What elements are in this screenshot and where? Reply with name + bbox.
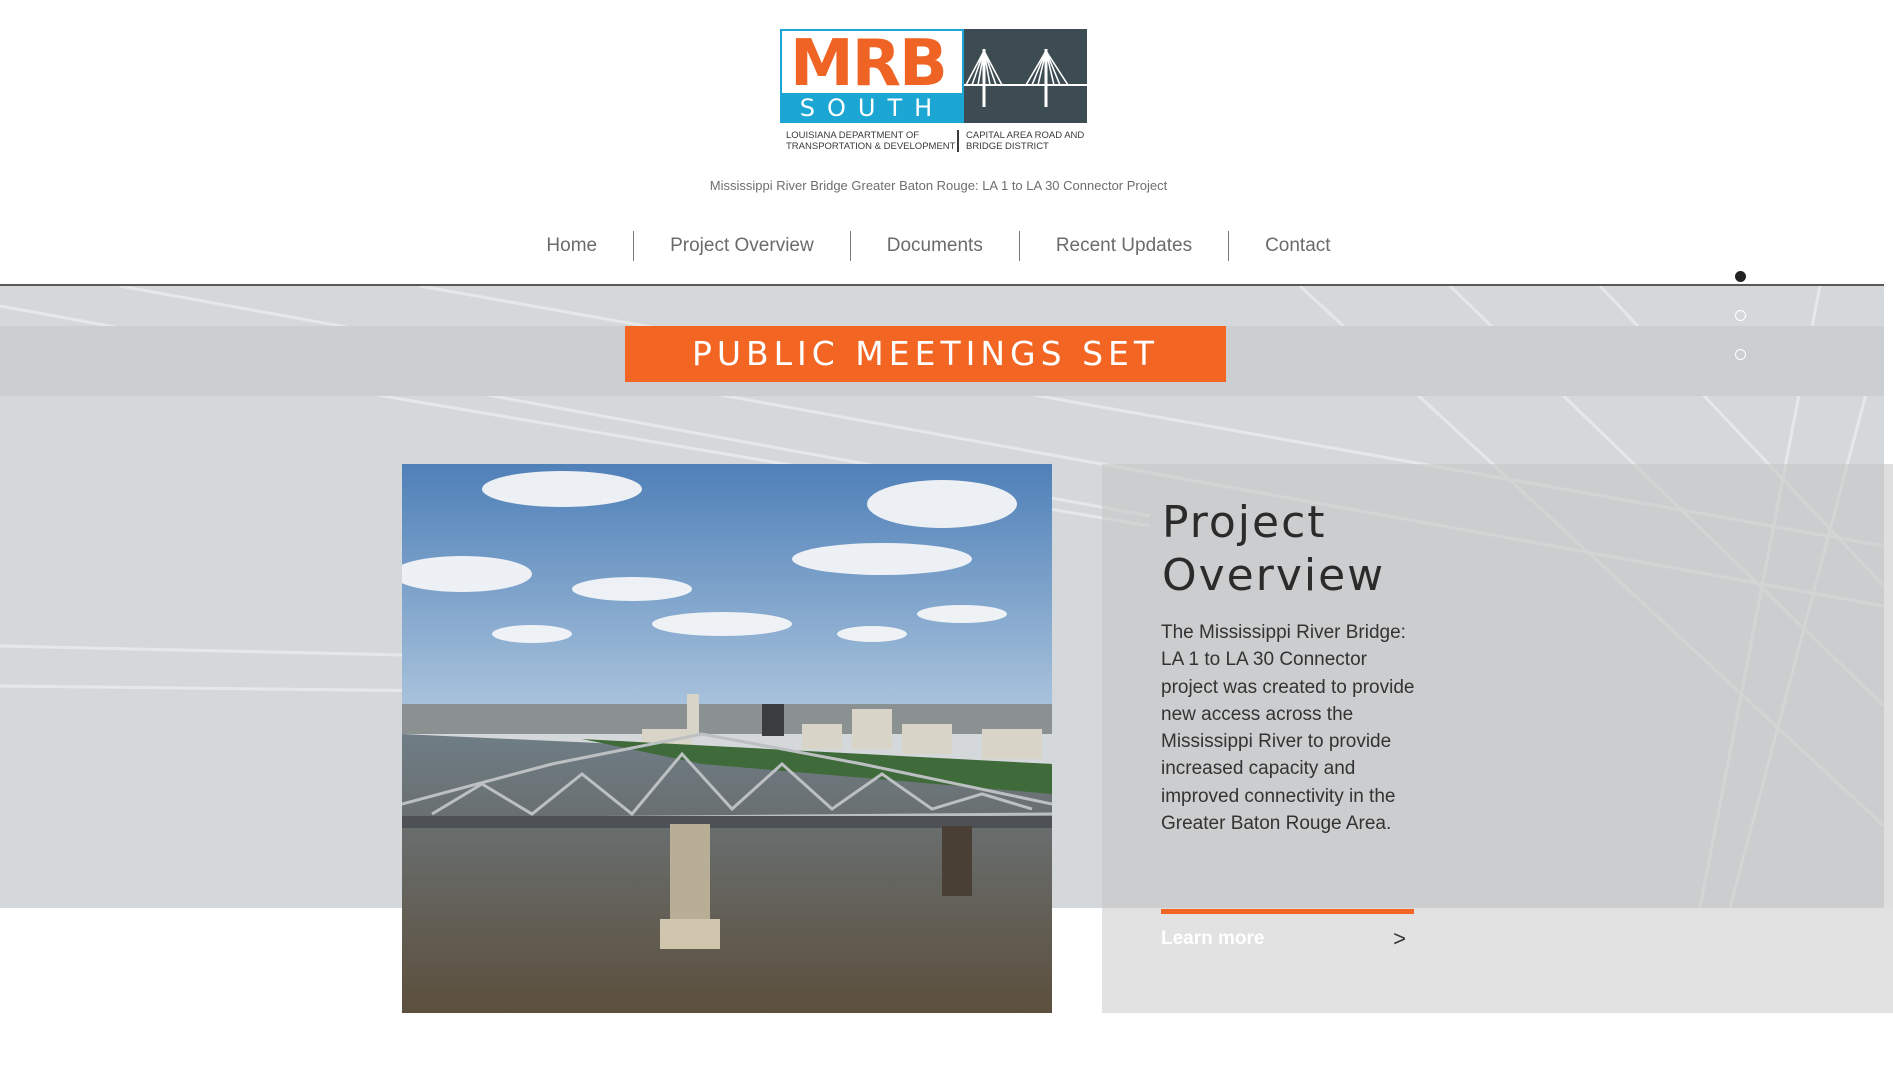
slide-dot-2[interactable] <box>1735 310 1746 321</box>
chevron-right-icon: > <box>1393 926 1406 951</box>
learn-more-rule <box>1161 909 1414 914</box>
project-overview-body: The Mississippi River Bridge: LA 1 to LA… <box>1161 622 1415 835</box>
logo-crb-text: CAPITAL AREA ROAD AND BRIDGE DISTRICT <box>966 130 1085 152</box>
slideshow-dots <box>1735 271 1746 388</box>
project-overview-title: Project Overview <box>1162 497 1386 601</box>
slide-dot-1[interactable] <box>1735 271 1746 282</box>
site-tagline: Mississippi River Bridge Greater Baton R… <box>709 178 1168 193</box>
nav-contact[interactable]: Contact <box>1228 231 1366 261</box>
site-logo[interactable]: MRB SOUTH LOUISIANA DEPARTMENT OF TRANSP… <box>780 27 1087 157</box>
logo-mrb-text: MRB <box>790 27 948 101</box>
learn-more-label: Learn more <box>1161 928 1265 949</box>
main-nav: Home Project Overview Documents Recent U… <box>0 231 1877 261</box>
nav-home[interactable]: Home <box>510 231 633 261</box>
baton-rouge-bridge-photo <box>402 464 1052 1013</box>
logo-south-text: SOUTH <box>780 93 964 123</box>
nav-project-overview[interactable]: Project Overview <box>633 231 850 261</box>
nav-documents[interactable]: Documents <box>849 231 1019 261</box>
nav-recent-updates[interactable]: Recent Updates <box>1018 231 1228 261</box>
bridge-icon <box>964 29 1087 123</box>
logo-dotd-text: LOUISIANA DEPARTMENT OF TRANSPORTATION &… <box>786 130 956 152</box>
logo-divider <box>957 130 959 152</box>
public-meetings-banner[interactable]: PUBLIC MEETINGS SET <box>625 326 1226 382</box>
learn-more-link[interactable]: Learn more > <box>1161 924 1414 954</box>
slide-dot-3[interactable] <box>1735 349 1746 360</box>
